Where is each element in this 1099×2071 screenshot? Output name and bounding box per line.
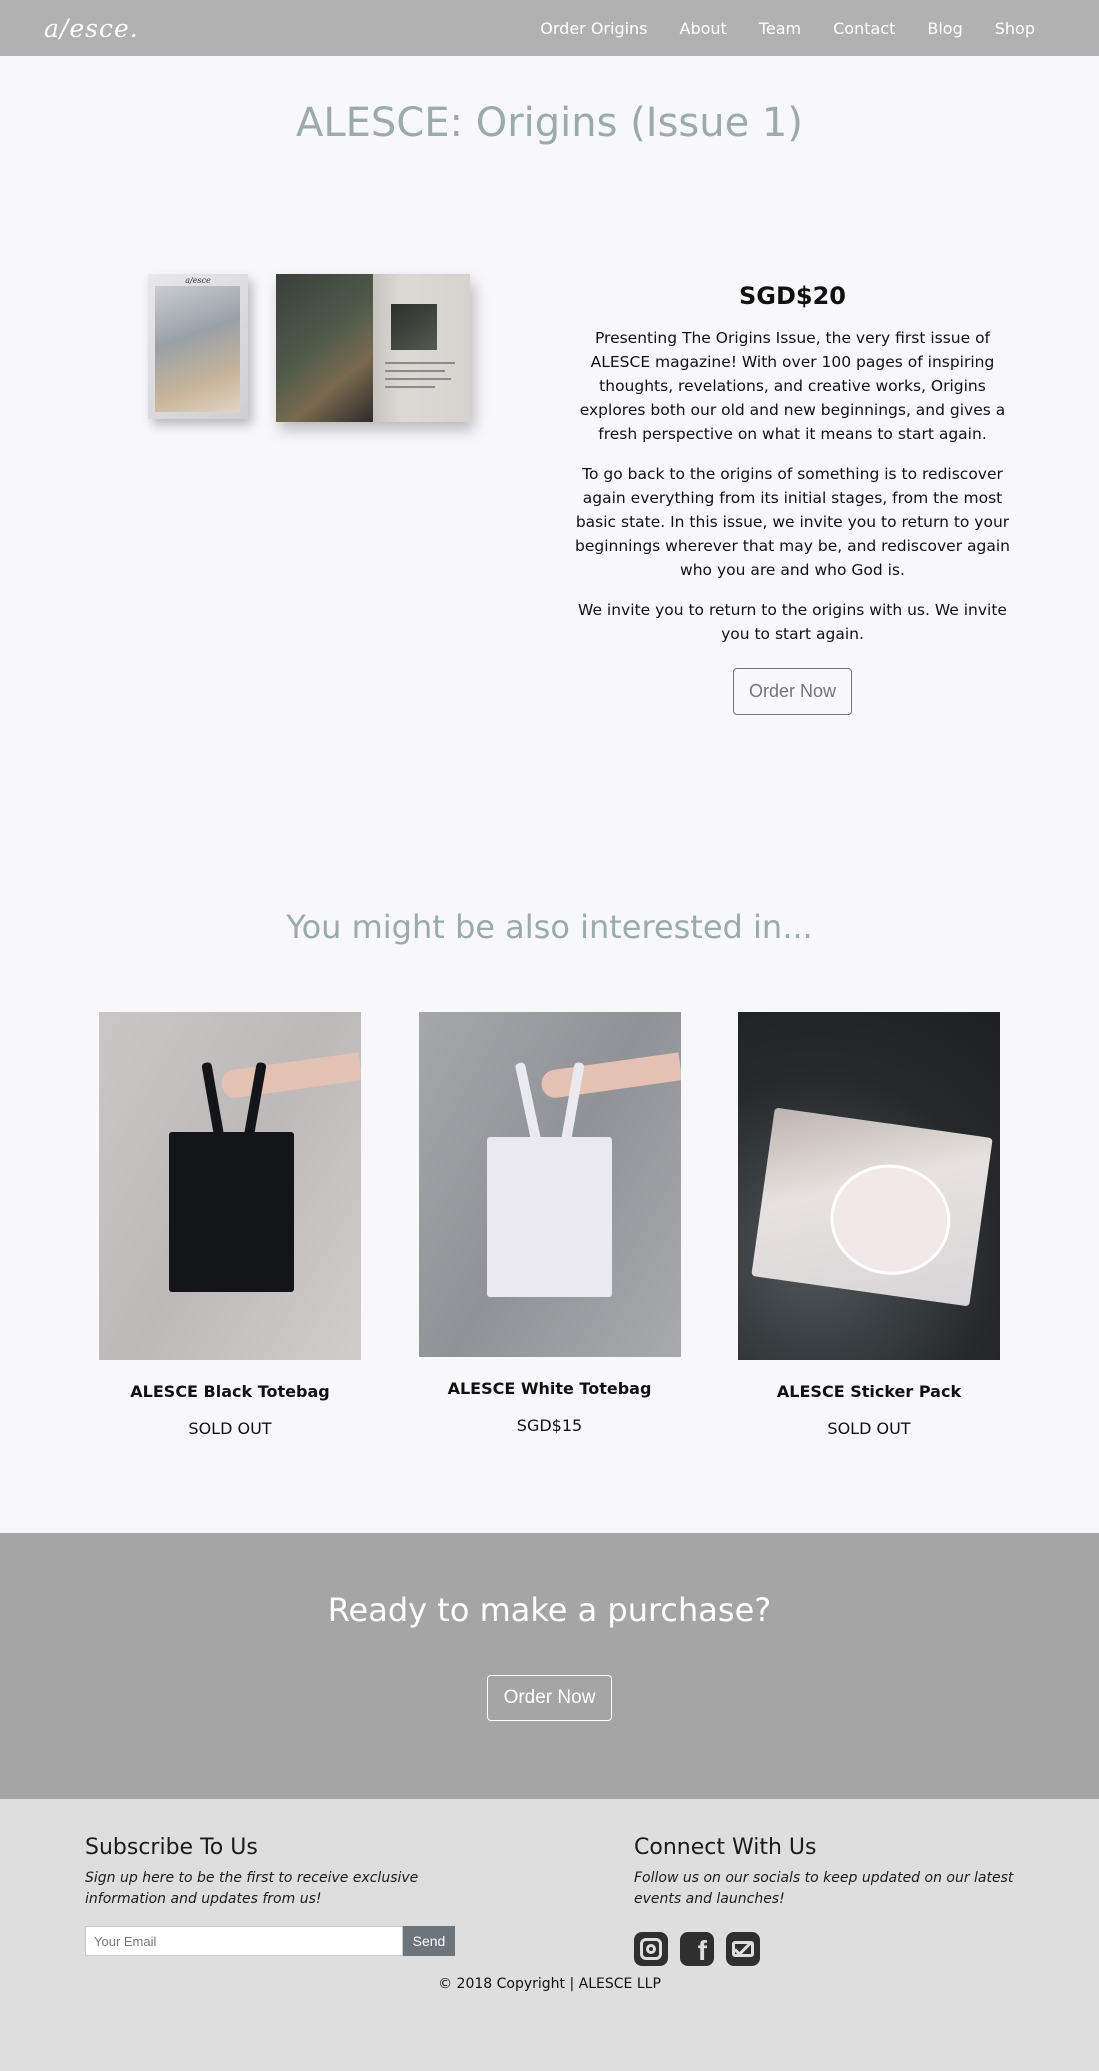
email-icon[interactable] [726,1932,760,1966]
product-price: SGD$20 [738,282,846,310]
related-title: You might be also interested in... [286,908,813,946]
nav-link-blog[interactable]: Blog [927,19,962,38]
product-description-2: To go back to the origins of something i… [575,465,1010,579]
black-bag [169,1132,294,1292]
cta-title: Ready to make a purchase? [327,1591,772,1629]
magazine-image: a/esce [0,242,550,802]
product-price: SOLD OUT [188,1419,272,1438]
navbar: a/esce. Order Origins About Team Contact… [0,0,1099,56]
page-title: ALESCE: Origins (Issue 1) [296,100,803,146]
product-card-sticker-pack[interactable]: ALESCE Sticker Pack SOLD OUT [738,1012,1000,1438]
cover-photo [155,286,240,412]
subscribe-form: Send [85,1926,465,1956]
product-price: SOLD OUT [827,1419,911,1438]
sticker [823,1156,958,1283]
nav-link-contact[interactable]: Contact [833,19,895,38]
black-totebag-image[interactable] [99,1012,361,1360]
sticker-pack-image[interactable] [738,1012,1000,1360]
product-description-1: Presenting The Origins Issue, the very f… [579,329,1006,443]
send-button[interactable]: Send [403,1926,455,1956]
connect-column: Connect With Us Follow us on our socials… [634,1835,1014,1966]
white-bag [486,1137,612,1297]
nav-link-team[interactable]: Team [759,19,801,38]
instagram-icon[interactable] [634,1932,668,1966]
cta-order-now-button[interactable]: Order Now [486,1675,613,1721]
nav-link-about[interactable]: About [680,19,727,38]
product-card-black-totebag[interactable]: ALESCE Black Totebag SOLD OUT [99,1012,361,1438]
copyright: © 2018 Copyright | ALESCE LLP [438,1976,661,1992]
order-now-button[interactable]: Order Now [732,668,853,715]
product-name[interactable]: ALESCE Sticker Pack [738,1382,1000,1401]
connect-text: Follow us on our socials to keep updated… [634,1870,1014,1907]
subscribe-title: Subscribe To Us [85,1835,258,1860]
logo[interactable]: a/esce. [44,14,139,43]
arm [539,1052,681,1100]
spread-right-page [373,274,470,422]
cta-section: Ready to make a purchase? Order Now [0,1533,1099,1799]
connect-title: Connect With Us [634,1835,817,1860]
product-description-3: We invite you to return to the origins w… [578,601,1007,643]
product-name[interactable]: ALESCE Black Totebag [99,1382,361,1401]
subscribe-column: Subscribe To Us Sign up here to be the f… [85,1835,465,1966]
spread-photo [391,304,437,350]
footer: Subscribe To Us Sign up here to be the f… [0,1799,1099,2071]
product-card-white-totebag[interactable]: ALESCE White Totebag SGD$15 [418,1012,681,1438]
product-info: SGD$20 Presenting The Origins Issue, the… [550,242,1099,802]
nav-link-order-origins[interactable]: Order Origins [540,19,647,38]
text-line [385,386,435,388]
arm [219,1052,361,1100]
magazine-spread [276,274,470,422]
facebook-icon[interactable]: f [680,1932,714,1966]
sticker-pack [751,1107,993,1307]
nav-links: Order Origins About Team Contact Blog Sh… [540,19,1035,38]
subscribe-text: Sign up here to be the first to receive … [85,1870,419,1907]
nav-link-shop[interactable]: Shop [995,19,1035,38]
product-price: SGD$15 [516,1416,583,1435]
text-line [385,370,445,372]
social-links: f [634,1932,1014,1966]
spread-left-page [276,274,373,422]
magazine-cover: a/esce [148,274,248,419]
text-line [385,362,455,364]
related-products: ALESCE Black Totebag SOLD OUT ALESCE Whi… [0,1012,1099,1438]
product-name[interactable]: ALESCE White Totebag [419,1379,681,1398]
text-line [385,378,451,380]
white-totebag-image[interactable] [418,1012,681,1357]
email-input[interactable] [85,1926,403,1956]
cover-masthead: a/esce [185,276,211,285]
product-section: a/esce SGD$20 Presenting The Origins Iss… [0,242,1099,802]
